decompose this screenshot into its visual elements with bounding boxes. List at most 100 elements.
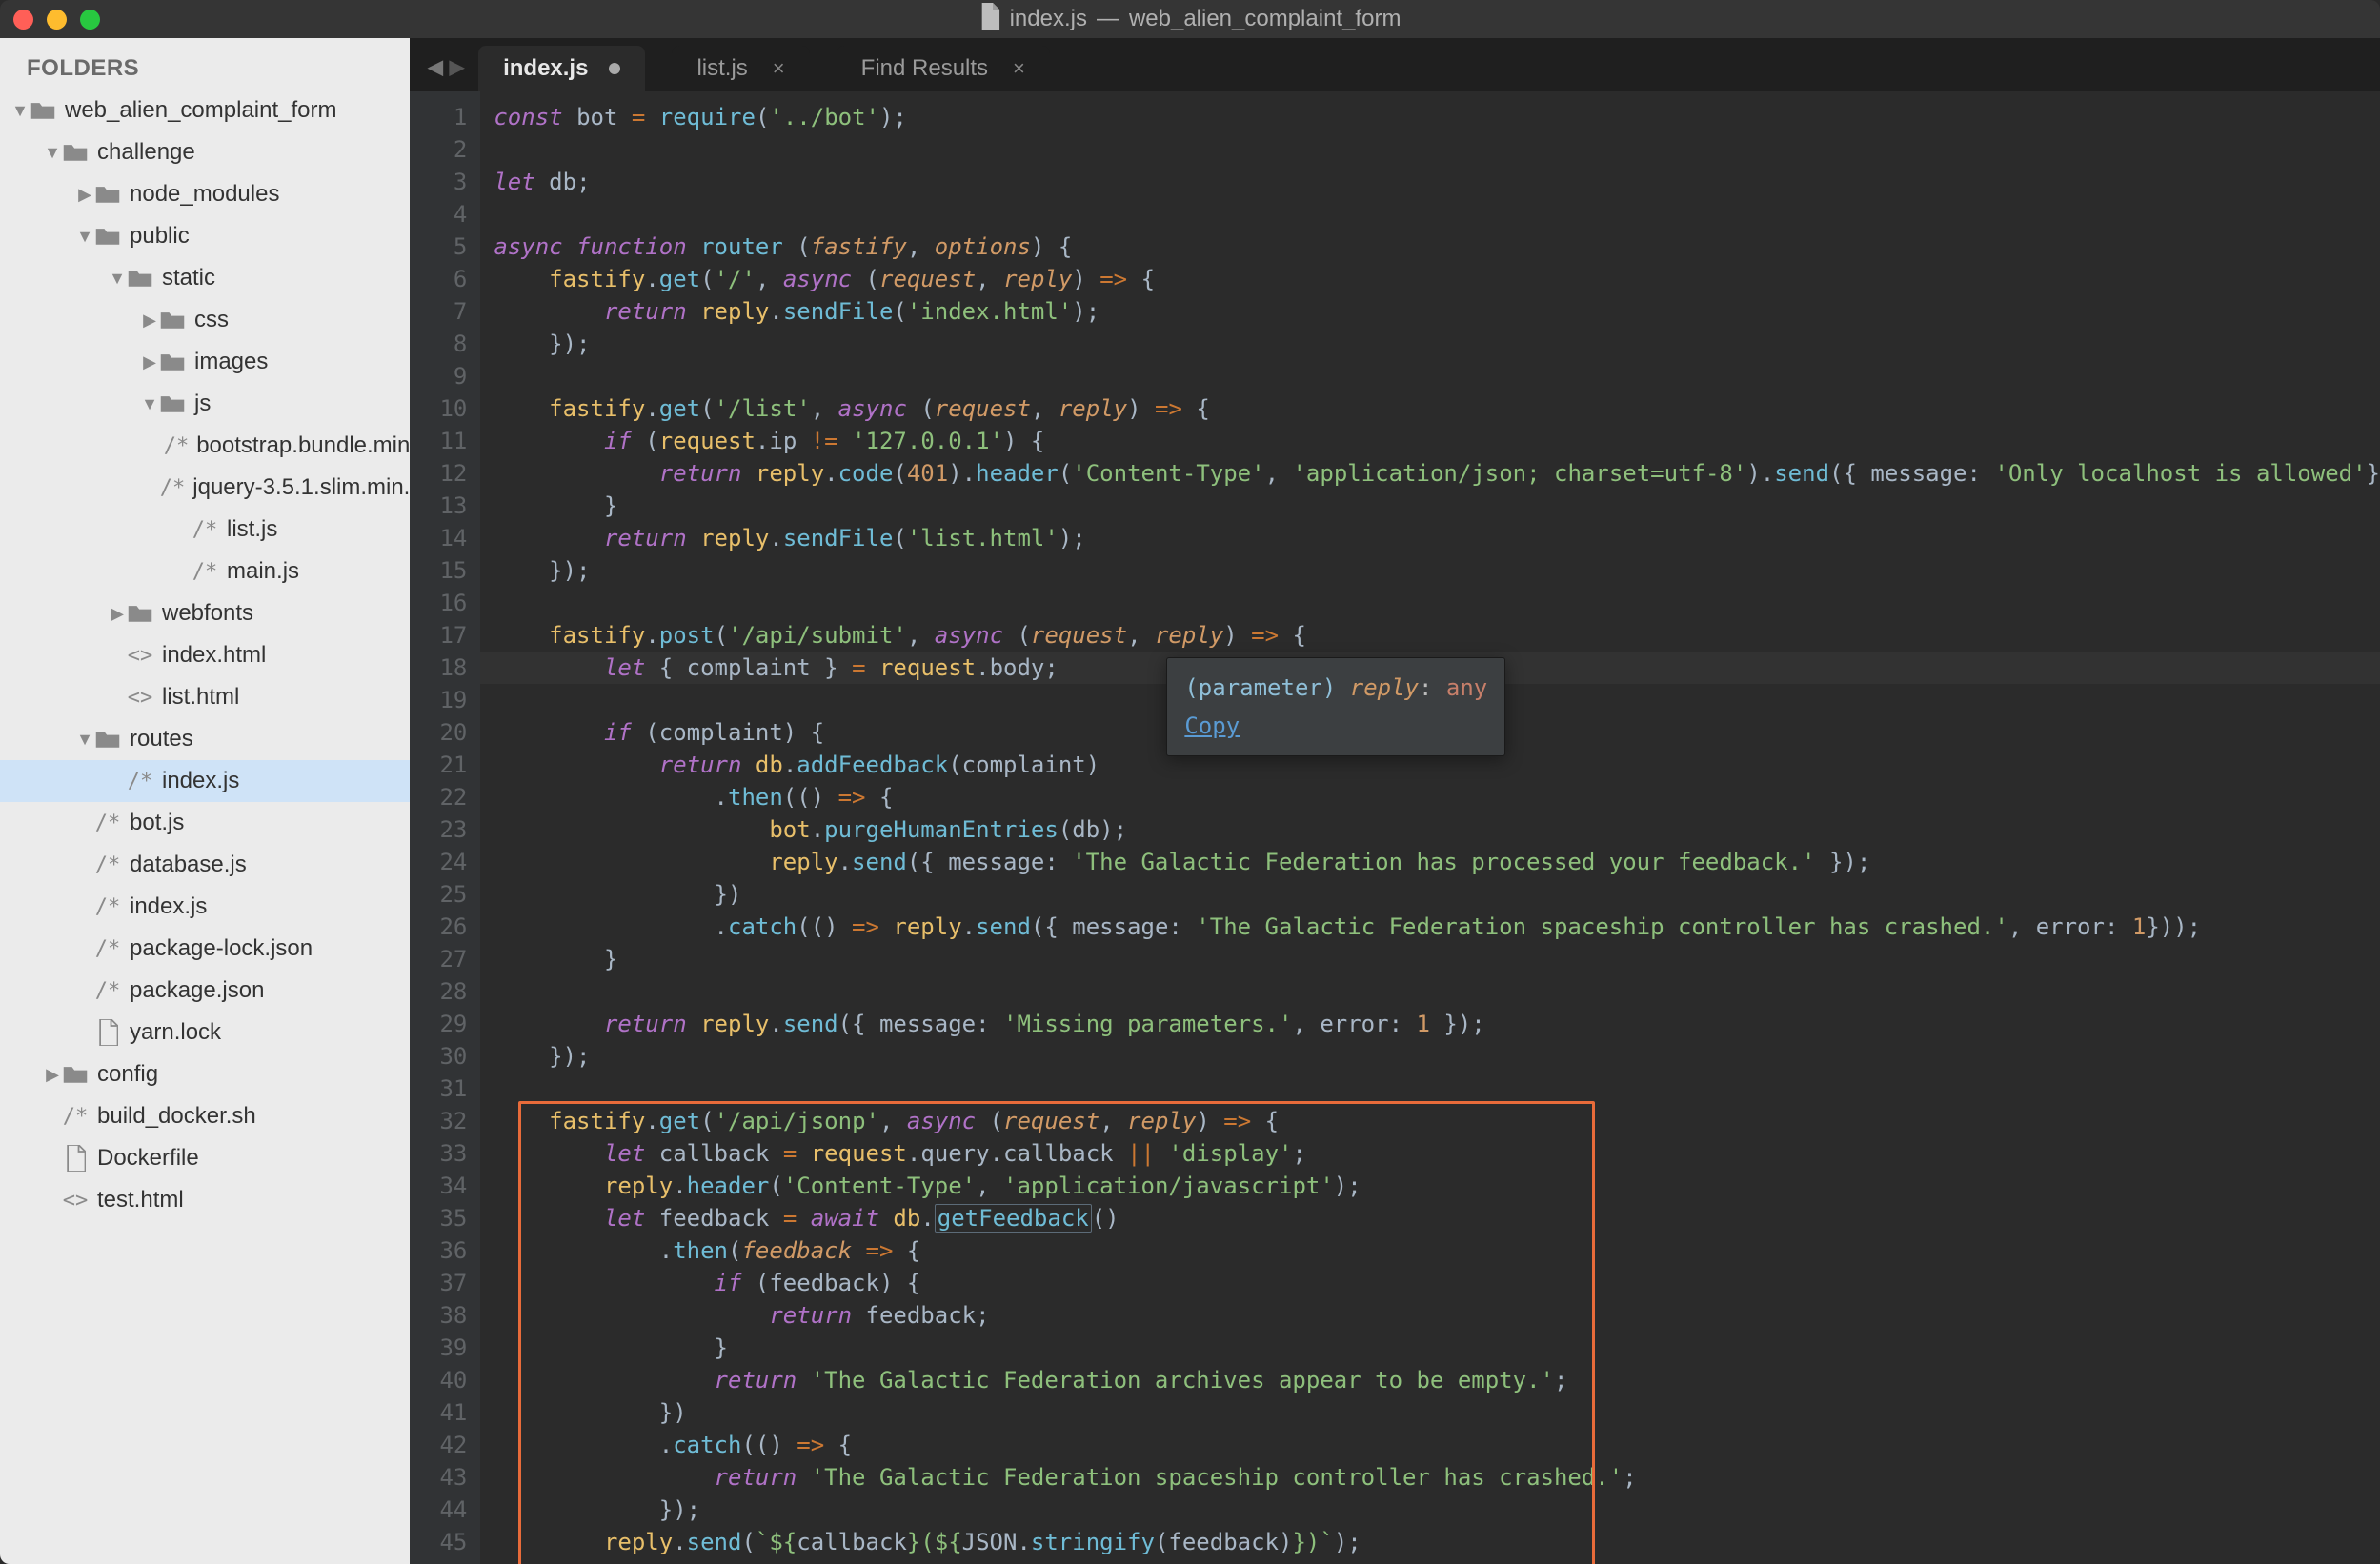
folder-icon xyxy=(93,184,122,205)
tree-item-label: images xyxy=(194,349,268,375)
tree-folder[interactable]: ▼ challenge xyxy=(0,131,410,173)
tree-item-label: index.js xyxy=(130,893,207,920)
code-icon: /* xyxy=(93,937,122,961)
traffic-lights xyxy=(13,10,100,30)
tree-file[interactable]: /* package-lock.json xyxy=(0,928,410,970)
tree-folder[interactable]: ▼routes xyxy=(0,718,410,760)
code-icon: /* xyxy=(93,853,122,877)
tree-item-label: bot.js xyxy=(130,810,184,836)
tree-folder[interactable]: ▼js xyxy=(0,383,410,425)
tree-folder[interactable]: ▶ node_modules xyxy=(0,173,410,215)
title-project: web_alien_complaint_form xyxy=(1129,6,1402,32)
nav-back-icon[interactable]: ◀ xyxy=(427,50,443,82)
folder-icon xyxy=(126,603,154,624)
minimize-icon[interactable] xyxy=(47,10,67,30)
code-lines[interactable]: const bot = require('../bot'); let db; a… xyxy=(494,101,2380,1564)
disclosure-icon[interactable]: ▶ xyxy=(76,185,93,205)
html-icon: <> xyxy=(126,686,154,710)
tooltip-copy-link[interactable]: Copy xyxy=(1184,710,1240,742)
tree-folder[interactable]: ▼ public xyxy=(0,215,410,257)
nav-arrows[interactable]: ◀ ▶ xyxy=(423,50,478,91)
tree-folder[interactable]: ▶css xyxy=(0,299,410,341)
tree-item-label: webfonts xyxy=(162,600,253,627)
tree-file[interactable]: /* build_docker.sh xyxy=(0,1095,410,1137)
tab-label: index.js xyxy=(503,55,588,82)
tree-item-label: package.json xyxy=(130,977,264,1004)
tree-file[interactable]: <>index.html xyxy=(0,634,410,676)
tree-folder[interactable]: ▶config xyxy=(0,1053,410,1095)
tree-item-label: yarn.lock xyxy=(130,1019,221,1046)
tree-file[interactable]: Dockerfile xyxy=(0,1137,410,1179)
dirty-dot-icon xyxy=(609,63,620,74)
disclosure-icon[interactable]: ▶ xyxy=(141,352,158,372)
disclosure-icon[interactable]: ▶ xyxy=(44,1065,61,1085)
tree-folder[interactable]: ▼ web_alien_complaint_form xyxy=(0,90,410,131)
sidebar: FOLDERS ▼web_alien_complaint_form▼challe… xyxy=(0,38,410,1564)
folder-icon xyxy=(158,351,187,372)
tree-item-label: index.html xyxy=(162,642,266,669)
disclosure-icon[interactable]: ▼ xyxy=(44,143,61,163)
code-icon: /* xyxy=(93,895,122,919)
tree-file[interactable]: /*package.json xyxy=(0,970,410,1012)
folder-icon xyxy=(158,310,187,331)
tab[interactable]: index.js xyxy=(478,46,645,91)
close-icon[interactable]: × xyxy=(773,56,785,81)
folder-icon xyxy=(29,100,57,121)
tree-item-label: public xyxy=(130,223,190,250)
tree-item-label: list.js xyxy=(227,516,277,543)
disclosure-icon[interactable]: ▼ xyxy=(76,730,93,750)
disclosure-icon[interactable]: ▼ xyxy=(11,101,29,121)
tab[interactable]: list.js× xyxy=(672,46,809,91)
editor: ◀ ▶ index.js list.js× Find Results × 123456… xyxy=(410,38,2380,1564)
hover-tooltip: (parameter) reply: anyCopy xyxy=(1166,657,1505,756)
tree-item-label: Dockerfile xyxy=(97,1145,199,1172)
close-icon[interactable] xyxy=(13,10,33,30)
tooltip-colon: : xyxy=(1419,674,1446,701)
tree-item-label: web_alien_complaint_form xyxy=(65,97,337,124)
code-content[interactable]: const bot = require('../bot'); let db; a… xyxy=(480,91,2380,1564)
tooltip-prefix: (parameter) xyxy=(1184,674,1349,701)
tree-item-label: list.html xyxy=(162,684,239,711)
tree-file[interactable]: <> list.html xyxy=(0,676,410,718)
tab[interactable]: Find Results × xyxy=(837,46,1050,91)
tree-file[interactable]: /*bootstrap.bundle.min xyxy=(0,425,410,467)
tab-label: Find Results xyxy=(861,55,988,82)
tree-file[interactable]: /*main.js xyxy=(0,551,410,592)
tree-item-label: challenge xyxy=(97,139,195,166)
tree-folder[interactable]: ▶ images xyxy=(0,341,410,383)
disclosure-icon[interactable]: ▼ xyxy=(76,227,93,247)
tree-file[interactable]: <>test.html xyxy=(0,1179,410,1221)
title-file: index.js xyxy=(1010,6,1087,32)
file-icon xyxy=(93,1019,122,1046)
folder-icon xyxy=(126,268,154,289)
tree-item-label: jquery-3.5.1.slim.min. xyxy=(192,474,410,501)
disclosure-icon[interactable]: ▶ xyxy=(109,604,126,624)
disclosure-icon[interactable]: ▼ xyxy=(141,394,158,414)
tree-file[interactable]: /*jquery-3.5.1.slim.min. xyxy=(0,467,410,509)
close-icon[interactable]: × xyxy=(1013,56,1025,81)
tree-file[interactable]: /*index.js xyxy=(0,760,410,802)
disclosure-icon[interactable]: ▶ xyxy=(141,311,158,331)
tree-item-label: package-lock.json xyxy=(130,935,313,962)
tree-item-label: bootstrap.bundle.min xyxy=(196,432,410,459)
tree-file[interactable]: /*list.js xyxy=(0,509,410,551)
title-sep: — xyxy=(1097,6,1119,32)
code-area[interactable]: 1234567891011121314151617181920212223242… xyxy=(410,91,2380,1564)
tree-file[interactable]: yarn.lock xyxy=(0,1012,410,1053)
tree-file[interactable]: /* index.js xyxy=(0,886,410,928)
tree-item-label: build_docker.sh xyxy=(97,1103,256,1130)
folder-icon xyxy=(158,393,187,414)
tooltip-type: any xyxy=(1446,674,1487,701)
disclosure-icon[interactable]: ▼ xyxy=(109,269,126,289)
tree-file[interactable]: /*bot.js xyxy=(0,802,410,844)
code-icon: /* xyxy=(61,1105,90,1129)
nav-forward-icon[interactable]: ▶ xyxy=(449,50,465,82)
tree-folder[interactable]: ▼static xyxy=(0,257,410,299)
tree-item-label: node_modules xyxy=(130,181,279,208)
tree-file[interactable]: /*database.js xyxy=(0,844,410,886)
file-icon xyxy=(61,1145,90,1172)
folder-icon xyxy=(93,226,122,247)
folders-title: FOLDERS xyxy=(0,38,410,90)
tree-folder[interactable]: ▶ webfonts xyxy=(0,592,410,634)
maximize-icon[interactable] xyxy=(80,10,100,30)
